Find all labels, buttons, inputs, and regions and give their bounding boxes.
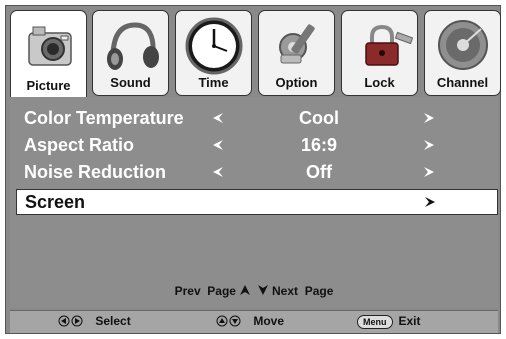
right-arrow-icon[interactable] — [421, 110, 437, 126]
hint-move: Move — [216, 314, 284, 328]
tab-label: Time — [198, 75, 229, 90]
hint-select: Select — [58, 314, 131, 328]
satellite-dish-icon — [438, 20, 488, 70]
left-arrow-icon[interactable] — [210, 137, 226, 153]
tab-label: Picture — [26, 78, 71, 93]
prev-page-label[interactable]: Prev Page — [175, 284, 236, 298]
select-label: Select — [95, 314, 131, 328]
move-label: Move — [253, 314, 285, 328]
setting-name: Noise Reduction — [24, 162, 167, 182]
right-arrow-icon[interactable] — [421, 164, 437, 180]
tab-lock[interactable]: Lock — [341, 10, 418, 96]
tools-icon — [279, 24, 315, 64]
left-right-keys-icon — [58, 315, 83, 327]
tab-sound[interactable]: Sound — [92, 10, 169, 96]
camera-icon — [28, 26, 72, 66]
setting-aspect-ratio[interactable]: Aspect Ratio 16:9 — [16, 133, 498, 159]
setting-name: Color Temperature — [24, 108, 184, 128]
clock-icon — [185, 17, 243, 75]
setting-value: 16:9 — [300, 135, 338, 155]
tab-label: Channel — [436, 75, 489, 90]
tab-channel[interactable]: Channel — [424, 10, 501, 96]
tab-time[interactable]: Time — [175, 10, 252, 96]
next-page-label[interactable]: Next Page — [272, 284, 333, 298]
hint-exit: Menu Exit — [357, 314, 421, 329]
category-tabs: Picture Sound Time Option Lock Channel — [10, 10, 501, 98]
setting-value: Off — [306, 162, 332, 182]
left-arrow-icon[interactable] — [210, 110, 226, 126]
setting-value: Cool — [299, 108, 339, 128]
tab-picture[interactable]: Picture — [10, 10, 87, 98]
right-arrow-icon[interactable] — [421, 137, 437, 153]
up-down-keys-icon — [216, 315, 241, 327]
page-navigation: Prev Page Next Page — [10, 284, 498, 304]
setting-screen[interactable]: Screen — [16, 189, 498, 215]
tab-label: Option — [275, 75, 318, 90]
setting-name: Screen — [25, 192, 86, 212]
tab-label: Sound — [110, 75, 151, 90]
headphones-icon — [107, 22, 159, 70]
settings-panel: Color Temperature Cool Aspect Ratio 16:9… — [10, 97, 498, 308]
tv-osd-menu: Picture Sound Time Option Lock Channel C… — [0, 0, 506, 339]
left-arrow-icon[interactable] — [210, 164, 226, 180]
menu-key-icon: Menu — [357, 314, 393, 329]
tab-label: Lock — [364, 75, 395, 90]
up-arrow-icon — [240, 285, 251, 295]
down-arrow-icon — [257, 285, 268, 295]
setting-color-temperature[interactable]: Color Temperature Cool — [16, 106, 498, 132]
tab-option[interactable]: Option — [258, 10, 335, 96]
padlock-icon — [365, 24, 414, 66]
setting-name: Aspect Ratio — [24, 135, 135, 155]
setting-noise-reduction[interactable]: Noise Reduction Off — [16, 160, 498, 186]
right-arrow-icon[interactable] — [422, 194, 438, 210]
key-hint-bar: Select Move Menu Exit — [10, 310, 498, 333]
exit-label: Exit — [398, 314, 421, 328]
